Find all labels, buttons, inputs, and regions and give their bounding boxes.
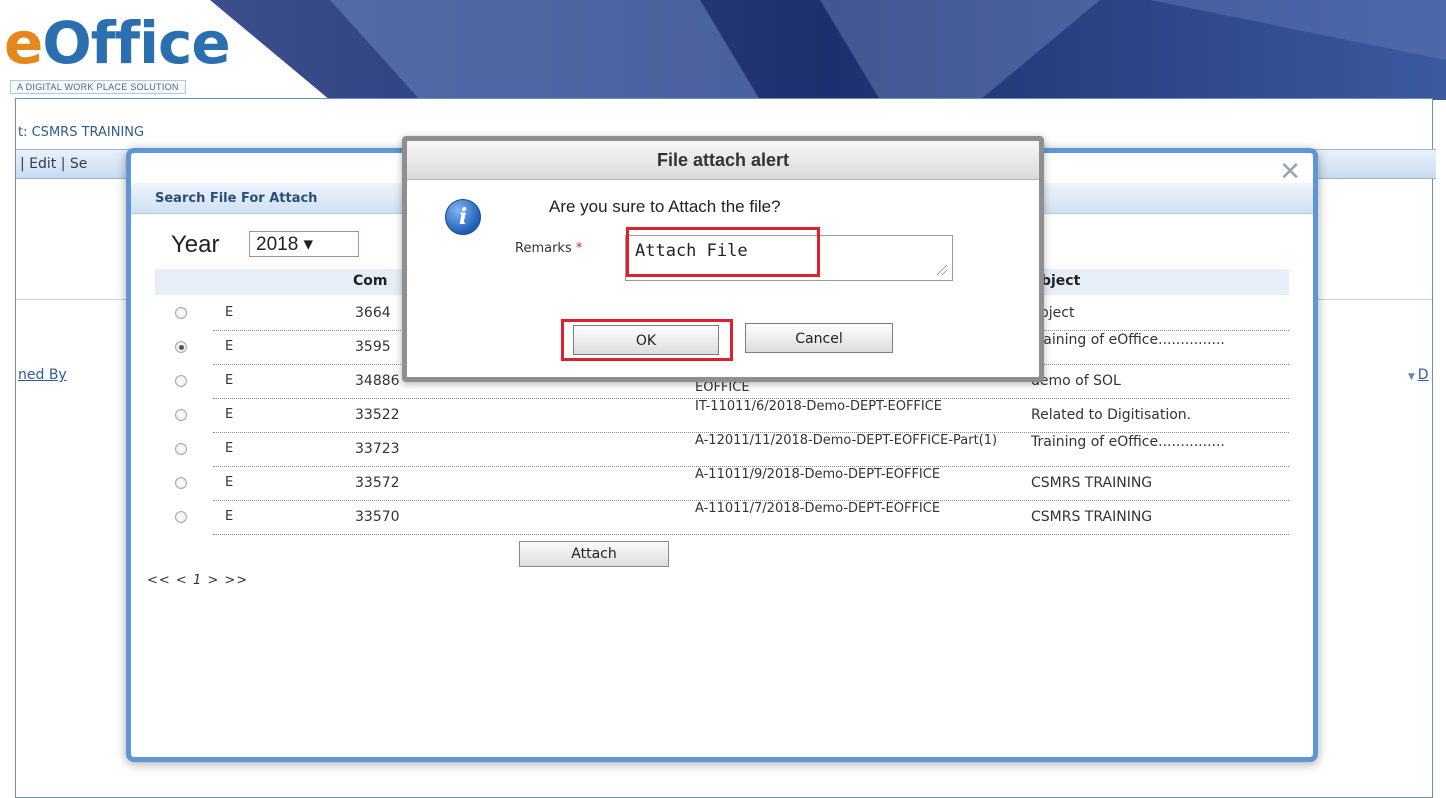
alert-question: Are you sure to Attach the file?	[549, 197, 781, 216]
cell-type: E	[225, 407, 234, 422]
cell-comp-no: 33572	[355, 475, 400, 491]
row-radio[interactable]	[175, 375, 187, 387]
row-radio[interactable]	[175, 307, 187, 319]
row-radio[interactable]	[175, 409, 187, 421]
column-header-comp: Com	[353, 273, 388, 289]
cell-comp-no: 33522	[355, 407, 400, 423]
logo-tagline: A DIGITAL WORK PLACE SOLUTION	[10, 80, 186, 94]
cell-comp-no: 3664	[355, 305, 391, 321]
cell-file-no: IT-11011/6/2018-Demo-DEPT-EOFFICE	[695, 399, 943, 414]
year-label: Year	[171, 231, 220, 258]
pagination[interactable]: << < 1 > >>	[147, 573, 248, 588]
resize-grip-icon[interactable]	[937, 265, 947, 275]
cell-subject: CSMRS TRAINING	[1031, 509, 1153, 525]
cell-file-no: A-11011/7/2018-Demo-DEPT-EOFFICE	[695, 501, 941, 516]
cell-subject: demo of SOL	[1031, 373, 1121, 389]
table-row[interactable]: E 33572 A-11011/9/2018-Demo-DEPT-EOFFICE…	[155, 467, 1289, 501]
row-radio[interactable]	[175, 443, 187, 455]
alert-title: File attach alert	[407, 141, 1039, 180]
logo-rest: Office	[42, 9, 230, 77]
sort-arrow-icon: ▼	[1408, 372, 1418, 382]
cell-subject: CSMRS TRAINING	[1031, 475, 1153, 491]
required-mark: *	[575, 241, 583, 256]
table-row[interactable]: E 33522 IT-11011/6/2018-Demo-DEPT-EOFFIC…	[155, 399, 1289, 433]
remarks-label-text: Remarks	[515, 241, 572, 256]
cell-comp-no: 34886	[355, 373, 400, 389]
cancel-button[interactable]: Cancel	[745, 323, 893, 353]
cell-file-no: A-12011/11/2018-Demo-DEPT-EOFFICE-Part(1…	[695, 433, 998, 448]
attach-button[interactable]: Attach	[519, 541, 669, 567]
column-header-link[interactable]: ned By	[18, 367, 67, 383]
column-sort-link-label: D	[1417, 367, 1429, 383]
ok-highlight-box	[561, 319, 733, 361]
column-sort-link[interactable]: ▼ D	[1408, 367, 1429, 383]
cell-type: E	[225, 441, 234, 456]
cell-type: E	[225, 305, 234, 320]
cell-file-no: A-11011/9/2018-Demo-DEPT-EOFFICE	[695, 467, 941, 482]
cell-comp-no: 33570	[355, 509, 400, 525]
remarks-highlight-box	[626, 227, 820, 277]
cell-subject: Training of eOffice...............	[1031, 434, 1225, 450]
year-select[interactable]: 2018 ▾	[249, 231, 359, 257]
cell-subject: ubject	[1031, 305, 1075, 321]
row-radio[interactable]	[175, 477, 187, 489]
file-attach-alert-dialog: File attach alert i Are you sure to Atta…	[402, 136, 1044, 382]
table-row[interactable]: E 33723 A-12011/11/2018-Demo-DEPT-EOFFIC…	[155, 433, 1289, 467]
cell-type: E	[225, 339, 234, 354]
cell-type: E	[225, 373, 234, 388]
cell-comp-no: 3595	[355, 339, 391, 355]
cell-file-no: EOFFICE	[695, 380, 750, 395]
header-banner: eOffice A DIGITAL WORK PLACE SOLUTION	[0, 0, 1446, 100]
table-row[interactable]: E 33570 A-11011/7/2018-Demo-DEPT-EOFFICE…	[155, 501, 1289, 535]
logo-initial: e	[4, 9, 43, 77]
row-radio-selected[interactable]	[175, 341, 187, 353]
info-icon: i	[445, 199, 481, 235]
row-radio[interactable]	[175, 511, 187, 523]
cell-type: E	[225, 509, 234, 524]
remarks-label: Remarks *	[515, 241, 582, 256]
cell-comp-no: 33723	[355, 441, 400, 457]
cell-subject: Related to Digitisation.	[1031, 407, 1192, 423]
eoffice-logo: eOffice A DIGITAL WORK PLACE SOLUTION	[4, 8, 231, 98]
cell-type: E	[225, 475, 234, 490]
modal-title: Search File For Attach	[155, 191, 318, 206]
cell-subject: Training of eOffice...............	[1031, 332, 1225, 348]
